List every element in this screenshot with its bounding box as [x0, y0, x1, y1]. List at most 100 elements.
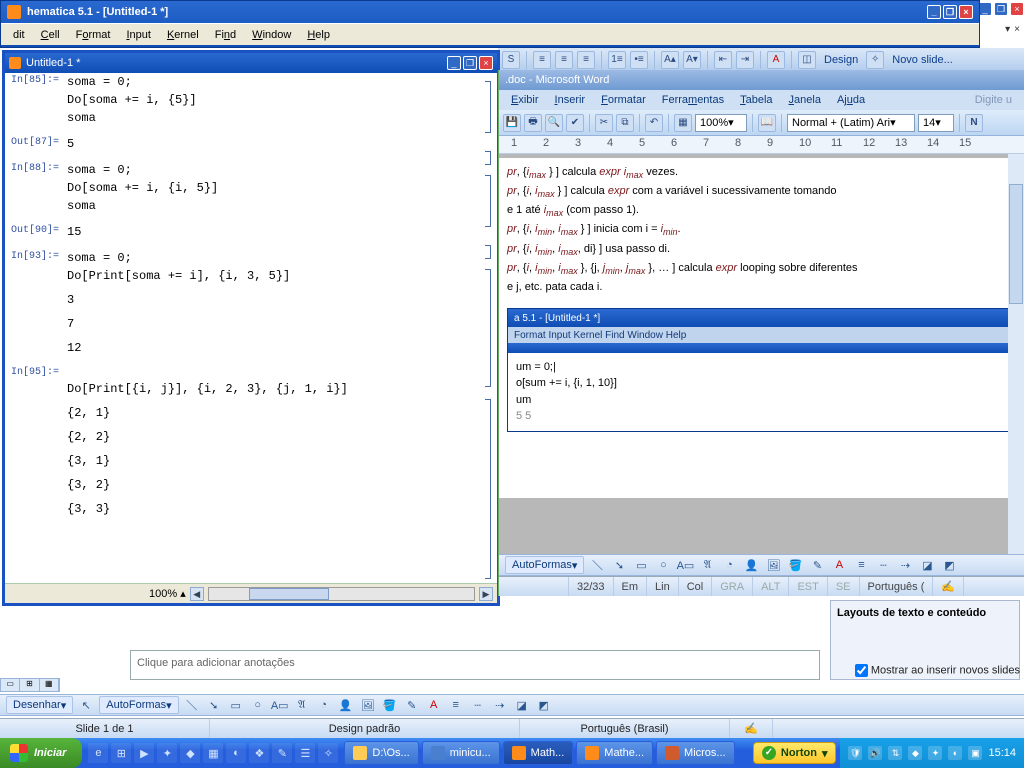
line-color-icon[interactable]: ✎	[808, 556, 826, 574]
ppt-close-button[interactable]: ×	[1010, 2, 1024, 16]
word-menu-janela[interactable]: Janela	[781, 94, 829, 106]
norton-button[interactable]: ✓ Norton ▾	[753, 742, 837, 764]
mma-close-button[interactable]: ×	[959, 5, 973, 19]
word-menu-inserir[interactable]: Inserir	[547, 94, 594, 106]
diagram-icon[interactable]: ◔	[720, 556, 738, 574]
menu-edit[interactable]: dit	[5, 26, 33, 44]
font-size-combo[interactable]: 14 ▾	[918, 114, 954, 132]
ql-app8-icon[interactable]: ✧	[318, 743, 338, 763]
norton-dropdown-icon[interactable]: ▾	[822, 747, 828, 760]
task-button[interactable]: minicu...	[422, 741, 500, 765]
insert-table-icon[interactable]: ▦	[674, 114, 692, 132]
tray-app4-icon[interactable]: ▣	[968, 746, 982, 760]
ppt-minimize-button[interactable]: _	[978, 2, 992, 16]
slideshow-view-icon[interactable]: ▦	[40, 679, 59, 691]
menu-cell[interactable]: Cell	[33, 26, 68, 44]
wordart-icon[interactable]: 𝔄	[698, 556, 716, 574]
picture-icon[interactable]: 🖼	[764, 556, 782, 574]
cell-code[interactable]: soma = 0;	[67, 251, 132, 265]
scroll-left-button[interactable]: ◀	[190, 587, 204, 601]
ql-app7-icon[interactable]: ☰	[295, 743, 315, 763]
ql-app5-icon[interactable]: ❖	[249, 743, 269, 763]
autoshapes-menu-button[interactable]: AutoFormas ▾	[99, 696, 178, 714]
line-icon[interactable]: ＼	[588, 556, 606, 574]
menu-kernel[interactable]: Kernel	[159, 26, 207, 44]
design-icon[interactable]: ◫	[798, 51, 816, 69]
cell-code[interactable]: Do[soma += i, {5}]	[67, 93, 197, 107]
scrollbar-thumb[interactable]	[1009, 184, 1023, 304]
decrease-font-icon[interactable]: A▾	[683, 51, 701, 69]
word-menu-tabela[interactable]: Tabela	[732, 94, 780, 106]
cell-code[interactable]: Do[Print[{i, j}], {i, 2, 3}, {j, 1, i}]	[67, 382, 348, 396]
align-left-icon[interactable]: ≡	[533, 51, 551, 69]
word-menu-ajuda[interactable]: Ajuda	[829, 94, 873, 106]
menu-help[interactable]: Help	[299, 26, 338, 44]
tray-app1-icon[interactable]: ◆	[908, 746, 922, 760]
arrow-style-icon[interactable]: ⇢	[491, 696, 509, 714]
draw-menu-button[interactable]: Desenhar ▾	[6, 696, 73, 714]
ql-desktop-icon[interactable]: ⊞	[111, 743, 131, 763]
ql-media-icon[interactable]: ▶	[134, 743, 154, 763]
cell-code[interactable]: Do[soma += i, {i, 5}]	[67, 181, 218, 195]
arrow-style-icon[interactable]: ⇢	[896, 556, 914, 574]
print-icon[interactable]: 🖶	[524, 114, 542, 132]
task-button-active[interactable]: Math...	[503, 741, 574, 765]
shadow-icon[interactable]: ◪	[513, 696, 531, 714]
fill-color-icon[interactable]: 🪣	[786, 556, 804, 574]
undo-icon[interactable]: ↶	[645, 114, 663, 132]
line-icon[interactable]: ＼	[183, 696, 201, 714]
show-on-insert-input[interactable]	[855, 664, 868, 677]
line-color-icon[interactable]: ✎	[403, 696, 421, 714]
wordart-icon[interactable]: 𝔄	[293, 696, 311, 714]
bulleted-list-icon[interactable]: •≡	[630, 51, 648, 69]
menu-format[interactable]: Format	[68, 26, 119, 44]
cut-icon[interactable]: ✂	[595, 114, 613, 132]
3d-icon[interactable]: ◩	[535, 696, 553, 714]
menu-input[interactable]: Input	[118, 26, 158, 44]
decrease-indent-icon[interactable]: ⇤	[714, 51, 732, 69]
word-menu-formatar[interactable]: Formatar	[593, 94, 654, 106]
new-slide-icon[interactable]: ✧	[866, 51, 884, 69]
design-button[interactable]: Design	[820, 54, 862, 66]
nb-close-button[interactable]: ×	[479, 56, 493, 70]
arrow-icon[interactable]: ➘	[610, 556, 628, 574]
tray-network-icon[interactable]: ⇅	[888, 746, 902, 760]
scrollbar-thumb[interactable]	[249, 588, 329, 600]
textbox-icon[interactable]: A▭	[676, 556, 694, 574]
ql-app2-icon[interactable]: ◆	[180, 743, 200, 763]
rectangle-icon[interactable]: ▭	[632, 556, 650, 574]
fill-color-icon[interactable]: 🪣	[381, 696, 399, 714]
dash-style-icon[interactable]: ┄	[469, 696, 487, 714]
increase-indent-icon[interactable]: ⇥	[736, 51, 754, 69]
save-icon[interactable]: 💾	[503, 114, 521, 132]
ql-app1-icon[interactable]: ✦	[157, 743, 177, 763]
cell-brackets[interactable]	[479, 73, 497, 563]
cell-code[interactable]: soma = 0;	[67, 75, 132, 89]
diagram-icon[interactable]: ◔	[315, 696, 333, 714]
arrow-icon[interactable]: ➘	[205, 696, 223, 714]
ql-app3-icon[interactable]: ▦	[203, 743, 223, 763]
line-style-icon[interactable]: ≡	[852, 556, 870, 574]
scroll-right-button[interactable]: ▶	[479, 587, 493, 601]
copy-icon[interactable]: ⧉	[616, 114, 634, 132]
taskbar-clock[interactable]: 15:14	[988, 747, 1016, 759]
spellcheck-icon[interactable]: ✔	[566, 114, 584, 132]
nb-minimize-button[interactable]: _	[447, 56, 461, 70]
underline-icon[interactable]: S	[502, 51, 520, 69]
print-preview-icon[interactable]: 🔍	[545, 114, 563, 132]
word-document-body[interactable]: pr, {imax } ] calcula expr imax vezes. p…	[499, 158, 1024, 498]
oval-icon[interactable]: ○	[654, 556, 672, 574]
menu-find[interactable]: Find	[207, 26, 244, 44]
bold-icon[interactable]: N	[965, 114, 983, 132]
picture-icon[interactable]: 🖼	[359, 696, 377, 714]
horizontal-scrollbar[interactable]	[208, 587, 475, 601]
numbered-list-icon[interactable]: 1≡	[608, 51, 626, 69]
word-vertical-scrollbar[interactable]	[1008, 154, 1024, 554]
ql-ie-icon[interactable]: e	[88, 743, 108, 763]
pane-dropdown-icon[interactable]: ▾	[1005, 24, 1010, 35]
font-color-draw-icon[interactable]: A	[425, 696, 443, 714]
increase-font-icon[interactable]: A▴	[661, 51, 679, 69]
clipart-icon[interactable]: 👤	[742, 556, 760, 574]
cell-code[interactable]: Do[Print[soma += i], {i, 3, 5}]	[67, 269, 290, 283]
tray-app3-icon[interactable]: ◐	[948, 746, 962, 760]
